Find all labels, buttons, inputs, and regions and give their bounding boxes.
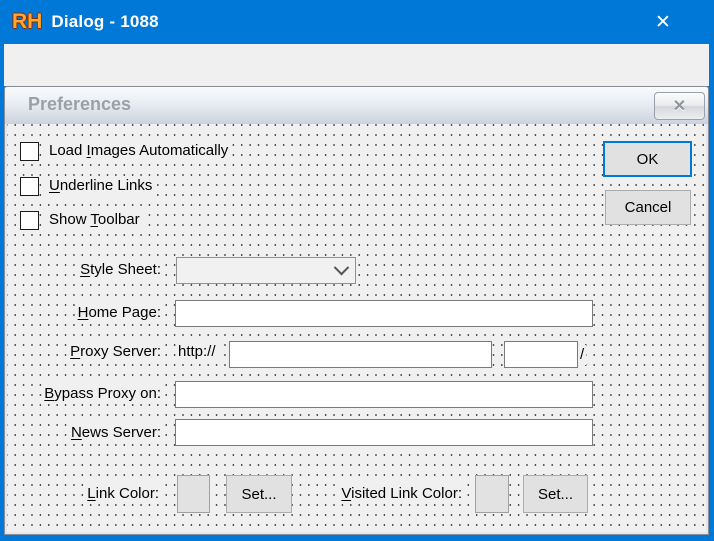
link-color-swatch <box>177 475 210 513</box>
preferences-title: Preferences <box>28 94 132 114</box>
app-window: RH Dialog - 1088 ✕ Preferences ✕ Load Im… <box>0 0 714 541</box>
link-color-set-button[interactable]: Set... <box>226 475 292 513</box>
toolbar-strip <box>4 44 709 86</box>
home-page-label: Home Page: <box>75 303 163 323</box>
set-button-label: Set... <box>537 485 574 503</box>
ok-button-label: OK <box>636 150 659 168</box>
proxy-server-label: Proxy Server: <box>68 342 163 362</box>
preferences-window: Preferences ✕ Load Images Automatically … <box>4 86 709 535</box>
bypass-proxy-input[interactable] <box>175 381 593 408</box>
chevron-down-icon <box>333 259 350 276</box>
preferences-close-button[interactable]: ✕ <box>654 92 705 120</box>
cancel-button[interactable]: Cancel <box>605 190 691 225</box>
checkbox-load-images[interactable]: Load Images Automatically <box>20 140 231 162</box>
home-page-input[interactable] <box>175 300 593 327</box>
visited-link-color-set-button[interactable]: Set... <box>523 475 588 513</box>
window-close-button[interactable]: ✕ <box>638 0 688 44</box>
visited-link-color-label: Visited Link Color: <box>339 484 464 504</box>
style-sheet-label: Style Sheet: <box>78 260 163 280</box>
set-button-label: Set... <box>241 485 277 503</box>
proxy-host-input[interactable] <box>229 341 492 368</box>
checkbox-show-toolbar-label: Show Toolbar <box>47 210 142 230</box>
checkbox-show-toolbar[interactable]: Show Toolbar <box>20 209 142 231</box>
window-titlebar: RH Dialog - 1088 ✕ <box>0 0 714 44</box>
proxy-prefix-text: http:// <box>176 342 218 362</box>
proxy-suffix-text: / <box>578 345 587 365</box>
news-server-input[interactable] <box>175 419 593 446</box>
proxy-port-input[interactable] <box>504 341 578 368</box>
dialog-client-area: Load Images Automatically Underline Link… <box>7 124 706 532</box>
news-server-label: News Server: <box>68 423 163 443</box>
close-icon: ✕ <box>655 11 671 33</box>
checkbox-underline-links[interactable]: Underline Links <box>20 175 155 197</box>
cancel-button-label: Cancel <box>624 199 672 216</box>
checkbox-box <box>20 141 39 161</box>
checkbox-load-images-label: Load Images Automatically <box>47 141 231 161</box>
bypass-proxy-label: Bypass Proxy on: <box>42 384 163 404</box>
ok-button[interactable]: OK <box>603 141 692 177</box>
checkbox-box <box>20 210 39 230</box>
checkbox-box <box>20 176 39 196</box>
window-title: Dialog - 1088 <box>51 12 159 31</box>
link-color-label: Link Color: <box>85 484 161 504</box>
checkbox-underline-links-label: Underline Links <box>47 176 155 196</box>
style-sheet-select[interactable] <box>176 257 356 284</box>
app-logo-icon: RH <box>12 10 43 33</box>
close-icon: ✕ <box>672 98 687 115</box>
visited-link-color-swatch <box>475 475 509 513</box>
preferences-titlebar: Preferences ✕ <box>5 87 708 124</box>
